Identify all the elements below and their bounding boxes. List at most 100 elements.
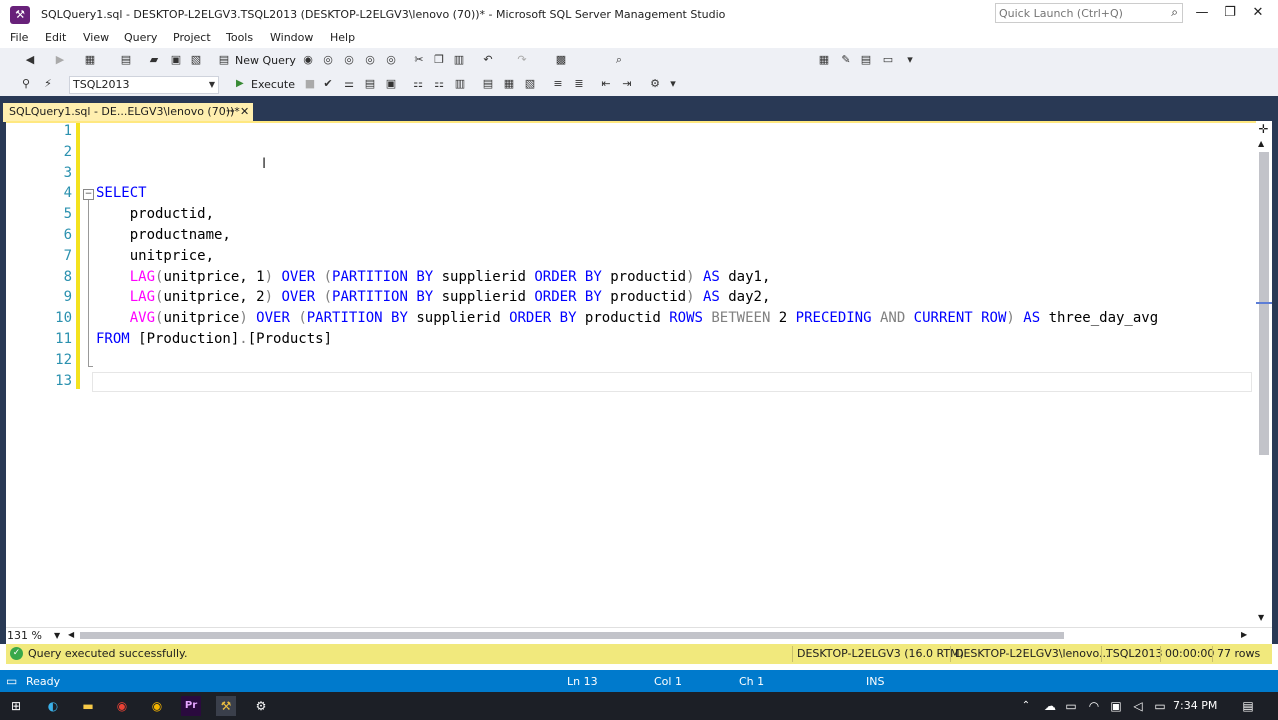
add-item-icon[interactable]: ▤	[118, 52, 134, 68]
scroll-left-icon[interactable]: ◀	[68, 630, 74, 639]
chrome-icon[interactable]: ◉	[112, 696, 132, 716]
find-in-files-icon[interactable]: ⌕	[611, 52, 627, 68]
database-combo[interactable]: TSQL2013 ▼	[69, 76, 219, 94]
show-hidden-icons-icon[interactable]: ⌃	[1016, 696, 1036, 716]
taskbar-clock[interactable]: 7:34 PM	[1173, 699, 1217, 712]
restore-icon[interactable]: ❐	[1218, 4, 1242, 24]
chrome-alt-icon[interactable]: ◉	[147, 696, 167, 716]
analysis-dax-icon[interactable]: ◎	[383, 52, 399, 68]
windows-start-icon[interactable]: ⊞	[6, 696, 26, 716]
redo-icon[interactable]: ↷	[514, 52, 530, 68]
ssms-app-icon[interactable]: ⚒	[10, 6, 30, 24]
specify-template-values-icon[interactable]: ⚙	[647, 76, 663, 92]
menu-view[interactable]: View	[83, 31, 109, 44]
query-options-icon[interactable]: ▤	[362, 76, 378, 92]
scroll-down-icon[interactable]: ▼	[1258, 613, 1264, 622]
solution-config-icon[interactable]: ▩	[553, 52, 569, 68]
increase-indent-icon[interactable]: ⇥	[619, 76, 635, 92]
client-statistics-icon[interactable]: ▥	[452, 76, 468, 92]
menu-window[interactable]: Window	[270, 31, 313, 44]
code-line[interactable]: unitprice,	[96, 248, 214, 264]
execute-button[interactable]: Execute	[251, 78, 295, 91]
scroll-up-icon[interactable]: ▲	[1258, 139, 1264, 148]
split-window-icon[interactable]: ✛	[1257, 122, 1270, 136]
include-actual-plan-icon[interactable]: ⚏	[410, 76, 426, 92]
execute-icon[interactable]: ▶	[236, 78, 244, 89]
volume-icon[interactable]: ◁	[1128, 696, 1148, 716]
display-icon[interactable]: ▣	[1106, 696, 1126, 716]
close-tab-icon[interactable]: ✕	[240, 103, 249, 120]
toolbox-icon[interactable]: ▤	[858, 52, 874, 68]
file-explorer-icon[interactable]: ▬	[78, 696, 98, 716]
menu-help[interactable]: Help	[330, 31, 355, 44]
menu-edit[interactable]: Edit	[45, 31, 66, 44]
edge-icon[interactable]: ◐	[43, 696, 63, 716]
copy-icon[interactable]: ❐	[431, 52, 447, 68]
network-icon[interactable]: ▭	[1061, 696, 1081, 716]
forward-icon[interactable]: ▶	[52, 52, 68, 68]
new-query-icon[interactable]: ▤	[216, 52, 232, 68]
horizontal-scroll-thumb[interactable]	[80, 632, 1064, 639]
collapse-icon[interactable]: −	[83, 189, 94, 200]
results-to-grid-icon[interactable]: ▦	[501, 76, 517, 92]
close-icon[interactable]: ✕	[1246, 4, 1270, 24]
code-line[interactable]: productname,	[96, 227, 231, 243]
parse-icon[interactable]: ✔	[320, 76, 336, 92]
menu-tools[interactable]: Tools	[226, 31, 253, 44]
menu-query[interactable]: Query	[124, 31, 157, 44]
settings-icon[interactable]: ⚙	[251, 696, 271, 716]
display-estimated-plan-icon[interactable]: ⚌	[341, 76, 357, 92]
zoom-combo[interactable]: 131 % ▼	[7, 629, 61, 643]
quick-launch-input[interactable]	[996, 4, 1156, 22]
database-engine-query-icon[interactable]: ◉	[300, 52, 316, 68]
wifi-icon[interactable]: ◠	[1084, 696, 1104, 716]
uncomment-icon[interactable]: ≣	[571, 76, 587, 92]
pin-icon[interactable]: ⊸	[226, 103, 234, 120]
paste-icon[interactable]: ▥	[451, 52, 467, 68]
menu-project[interactable]: Project	[173, 31, 211, 44]
minimize-icon[interactable]: —	[1190, 4, 1214, 24]
intellisense-icon[interactable]: ▣	[383, 76, 399, 92]
save-icon[interactable]: ▣	[168, 52, 184, 68]
properties-icon[interactable]: ✎	[838, 52, 854, 68]
analysis-dmx-icon[interactable]: ◎	[341, 52, 357, 68]
results-to-file-icon[interactable]: ▧	[522, 76, 538, 92]
live-query-stats-icon[interactable]: ⚏	[431, 76, 447, 92]
chevron-down-icon[interactable]: ▼	[54, 629, 60, 642]
analysis-mdx-icon[interactable]: ◎	[320, 52, 336, 68]
toolbar-options-icon[interactable]: ▾	[665, 76, 681, 92]
comment-icon[interactable]: ≡	[550, 76, 566, 92]
connect-icon[interactable]: ⚲	[18, 76, 34, 92]
new-query-button[interactable]: New Query	[235, 54, 296, 67]
cut-icon[interactable]: ✂	[411, 52, 427, 68]
code-line[interactable]: productid,	[96, 206, 214, 222]
battery-icon[interactable]: ▭	[1150, 696, 1170, 716]
code-line[interactable]: LAG(unitprice, 2) OVER (PARTITION BY sup…	[96, 289, 771, 305]
cancel-query-icon[interactable]: ■	[302, 76, 318, 92]
results-to-text-icon[interactable]: ▤	[480, 76, 496, 92]
menu-file[interactable]: File	[10, 31, 28, 44]
new-project-icon[interactable]: ▦	[82, 52, 98, 68]
code-line[interactable]: LAG(unitprice, 1) OVER (PARTITION BY sup…	[96, 269, 771, 285]
code-line[interactable]: FROM [Production].[Products]	[96, 331, 332, 347]
object-explorer-icon[interactable]: ▦	[816, 52, 832, 68]
chevron-down-icon[interactable]: ▼	[209, 77, 215, 93]
analysis-xmla-icon[interactable]: ◎	[362, 52, 378, 68]
onedrive-icon[interactable]: ☁	[1040, 696, 1060, 716]
open-file-icon[interactable]: ▰	[146, 52, 162, 68]
decrease-indent-icon[interactable]: ⇤	[598, 76, 614, 92]
code-line[interactable]: AVG(unitprice) OVER (PARTITION BY suppli…	[96, 310, 1158, 326]
change-connection-icon[interactable]: ⚡	[40, 76, 56, 92]
search-icon[interactable]: ⌕	[1171, 5, 1178, 20]
toolbar-options-icon[interactable]: ▾	[902, 52, 918, 68]
code-line[interactable]: SELECT	[96, 185, 147, 201]
premiere-icon[interactable]: Pr	[181, 696, 201, 716]
save-all-icon[interactable]: ▧	[188, 52, 204, 68]
tab-sqlquery1[interactable]: SQLQuery1.sql - DE...ELGV3\lenovo (70))*…	[3, 103, 253, 122]
back-icon[interactable]: ◀	[22, 52, 38, 68]
window-layout-icon[interactable]: ▭	[880, 52, 896, 68]
scroll-right-icon[interactable]: ▶	[1241, 630, 1247, 639]
quick-launch-box[interactable]: ⌕	[995, 3, 1183, 23]
notifications-icon[interactable]: ▤	[1238, 696, 1258, 716]
undo-icon[interactable]: ↶	[480, 52, 496, 68]
